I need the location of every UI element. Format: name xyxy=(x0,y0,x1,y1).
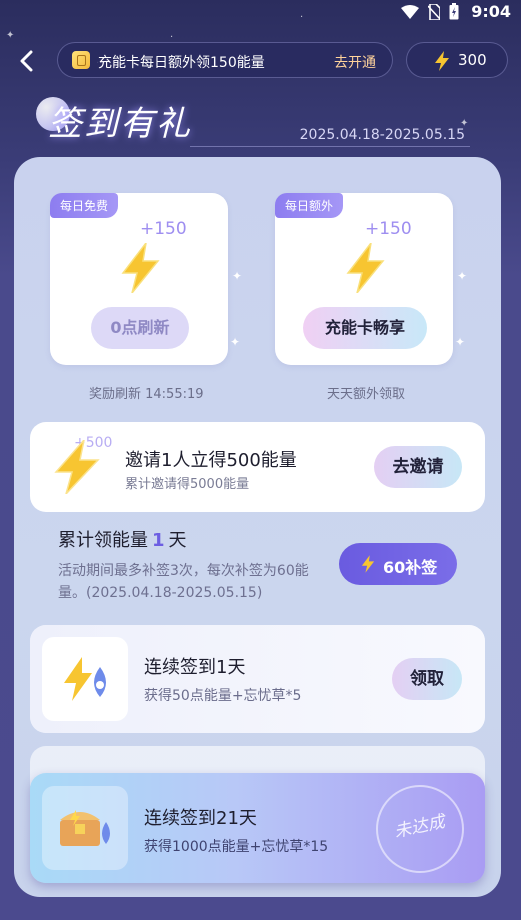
sparkle-icon: ✦ xyxy=(232,269,243,283)
energy-value: 300 xyxy=(458,51,487,69)
invite-title: 邀请1人立得500能量 xyxy=(125,450,297,471)
promo-open-link[interactable]: 去开通 xyxy=(334,52,376,72)
lightning-icon xyxy=(361,555,375,573)
wifi-icon xyxy=(401,4,419,19)
energy-balance[interactable]: 300 xyxy=(406,42,508,78)
reward-amount: +150 xyxy=(365,219,412,239)
task-reward-thumb xyxy=(42,786,128,870)
task-row: 连续签到1天 获得50点能量+忘忧草*5 领取 xyxy=(30,625,485,733)
go-invite-button[interactable]: 去邀请 xyxy=(374,446,462,488)
refresh-at-midnight-button[interactable]: 0点刷新 xyxy=(91,307,189,349)
energy-herb-icon xyxy=(64,657,106,701)
title-divider xyxy=(190,146,470,147)
battery-icon xyxy=(449,3,459,20)
task-card: 连续签到1天 获得50点能量+忘忧草*5 领取 xyxy=(30,625,485,733)
task-reward-thumb xyxy=(42,637,128,721)
makeup-rules: 活动期间最多补签3次，每次补签为60能量。(2025.04.18-2025.05… xyxy=(58,563,309,601)
back-arrow-icon xyxy=(20,50,33,72)
claim-button[interactable]: 领取 xyxy=(392,658,462,700)
treasure-chest-icon xyxy=(60,810,110,846)
accumulated-days-count: 1 xyxy=(152,530,165,551)
lightning-icon xyxy=(346,243,385,293)
refresh-countdown: 奖励刷新 14:55:19 xyxy=(89,387,204,402)
makeup-checkin-button[interactable]: 60补签 xyxy=(339,543,457,585)
reward-amount: +150 xyxy=(140,219,187,239)
daily-extra-card: 每日额外 +150 充能卡畅享 xyxy=(275,193,461,373)
daily-free-card: 每日免费 +150 0点刷新 xyxy=(50,193,236,373)
task-reward: 获得1000点能量+忘忧草*15 xyxy=(144,839,329,855)
accumulated-prefix: 累计领能量 xyxy=(58,530,148,551)
accumulated-days: 累计领能量 1 天 xyxy=(58,526,187,552)
daily-free-tag: 每日免费 xyxy=(50,193,119,218)
lightning-icon xyxy=(121,243,160,293)
page-title: 签到有礼 xyxy=(48,104,192,144)
makeup-checkin-label: 60补签 xyxy=(383,558,438,577)
charge-card-icon xyxy=(72,51,90,69)
task-reward: 获得50点能量+忘忧草*5 xyxy=(144,688,302,704)
task-title: 连续签到1天 xyxy=(144,657,246,678)
status-time: 9:04 xyxy=(471,2,511,21)
daily-extra-tag: 每日额外 xyxy=(275,193,344,218)
status-bar: 9:04 xyxy=(0,0,521,24)
no-sim-icon xyxy=(428,3,440,20)
sparkle-icon: ✦ xyxy=(457,269,468,283)
daily-extra-caption: 天天额外领取 xyxy=(327,387,406,402)
task-title: 连续签到21天 xyxy=(144,808,257,829)
sparkle-icon: ✦ xyxy=(230,335,241,349)
lightning-icon xyxy=(54,440,100,494)
promo-text: 充能卡每日额外领150能量 xyxy=(98,55,265,71)
invite-card: +500 邀请1人立得500能量 累计邀请得5000能量 去邀请 xyxy=(30,422,485,512)
charge-card-promo[interactable]: 充能卡每日额外领150能量 去开通 xyxy=(57,42,393,78)
task-row-21-days: 连续签到21天 获得1000点能量+忘忧草*15 未达成 xyxy=(30,773,485,883)
back-button[interactable] xyxy=(12,44,40,78)
sparkle-icon: ✦ xyxy=(455,335,466,349)
accumulated-suffix: 天 xyxy=(168,530,187,551)
charge-card-enjoy-button[interactable]: 充能卡畅享 xyxy=(303,307,427,349)
lightning-icon xyxy=(435,51,449,71)
activity-date-range: 2025.04.18-2025.05.15 xyxy=(299,127,465,143)
invite-subtitle: 累计邀请得5000能量 xyxy=(125,477,250,492)
not-achieved-stamp: 未达成 xyxy=(367,776,473,882)
